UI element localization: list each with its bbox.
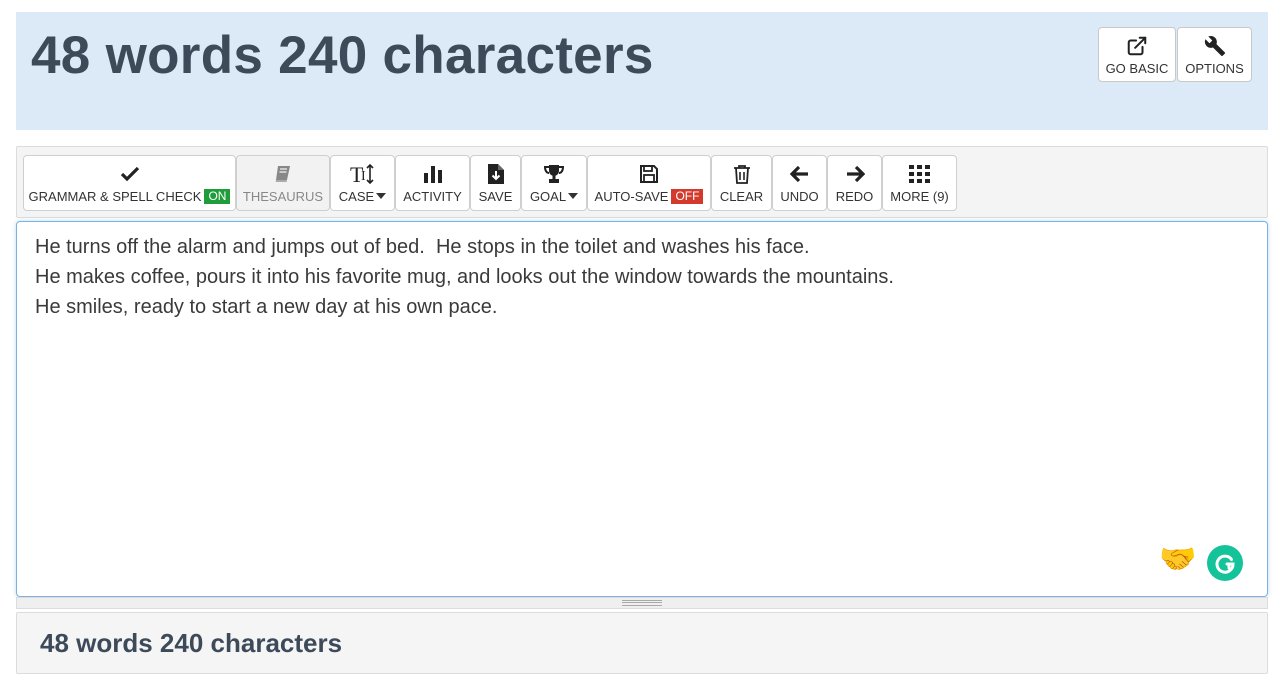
thesaurus-label: THESAURUS xyxy=(242,188,324,204)
file-download-icon xyxy=(487,163,505,185)
grammar-label: GRAMMAR & SPELL CHECK xyxy=(28,188,202,204)
undo-button[interactable]: UNDO xyxy=(772,155,827,211)
editor-line: He turns off the alarm and jumps out of … xyxy=(35,236,810,258)
editor-resize-handle[interactable] xyxy=(16,597,1268,609)
case-label-row: CASE xyxy=(338,188,387,204)
bar-chart-icon xyxy=(423,163,443,185)
page-title: 48 words 240 characters xyxy=(31,26,654,85)
goal-dropdown-button[interactable]: GOAL xyxy=(521,155,587,211)
book-icon xyxy=(273,163,293,185)
external-link-icon xyxy=(1126,34,1148,58)
goal-label: GOAL xyxy=(529,188,567,204)
save-label: SAVE xyxy=(478,188,513,204)
redo-label: REDO xyxy=(835,188,874,204)
clear-label: CLEAR xyxy=(719,188,764,204)
auto-save-status-badge: OFF xyxy=(671,188,704,204)
goal-label-row: GOAL xyxy=(529,188,579,204)
footer-status-bar: 48 words 240 characters xyxy=(16,612,1268,674)
grip-icon xyxy=(622,600,662,606)
redo-button[interactable]: REDO xyxy=(827,155,882,211)
chevron-down-icon xyxy=(568,193,579,199)
more-label: MORE (9) xyxy=(890,188,949,204)
header-banner: 48 words 240 characters GO BASIC OPTIONS xyxy=(16,12,1268,130)
text-height-icon: T I xyxy=(350,163,376,185)
footer-word-count: 48 words 240 characters xyxy=(40,628,343,658)
clear-button[interactable]: CLEAR xyxy=(711,155,772,211)
grid-icon xyxy=(908,163,931,185)
floppy-disk-icon xyxy=(639,163,659,185)
handshake-icon[interactable]: 🤝 xyxy=(1159,544,1196,576)
activity-button[interactable]: ACTIVITY xyxy=(395,155,470,211)
case-label: CASE xyxy=(338,188,375,204)
editor-line: He smiles, ready to start a new day at h… xyxy=(35,296,498,318)
auto-save-button[interactable]: AUTO-SAVE OFF xyxy=(587,155,711,211)
undo-label: UNDO xyxy=(780,188,819,204)
more-button[interactable]: MORE (9) xyxy=(882,155,957,211)
go-basic-button[interactable]: GO BASIC xyxy=(1098,27,1176,82)
grammar-spell-check-button[interactable]: GRAMMAR & SPELL CHECK ON xyxy=(23,155,236,211)
arrow-right-icon xyxy=(845,163,865,185)
editor-line: He makes coffee, pours it into his favor… xyxy=(35,266,894,288)
trash-icon xyxy=(733,163,751,185)
svg-text:I: I xyxy=(361,169,366,184)
editor-content[interactable]: He turns off the alarm and jumps out of … xyxy=(35,232,1249,322)
check-icon xyxy=(120,163,140,185)
wrench-icon xyxy=(1204,34,1226,58)
options-label: OPTIONS xyxy=(1185,60,1244,76)
grammarly-icon[interactable] xyxy=(1207,545,1243,581)
toolbar: GRAMMAR & SPELL CHECK ON THESAURUS T I C… xyxy=(16,146,1268,218)
case-dropdown-button[interactable]: T I CASE xyxy=(330,155,395,211)
trophy-icon xyxy=(543,163,565,185)
thesaurus-button[interactable]: THESAURUS xyxy=(236,155,330,211)
auto-save-label-row: AUTO-SAVE OFF xyxy=(594,188,704,204)
activity-label: ACTIVITY xyxy=(403,188,462,204)
text-editor[interactable]: He turns off the alarm and jumps out of … xyxy=(16,221,1268,597)
grammar-label-row: GRAMMAR & SPELL CHECK ON xyxy=(28,188,231,204)
save-button[interactable]: SAVE xyxy=(470,155,521,211)
go-basic-label: GO BASIC xyxy=(1105,60,1169,76)
options-button[interactable]: OPTIONS xyxy=(1177,27,1252,82)
auto-save-label: AUTO-SAVE xyxy=(594,188,669,204)
chevron-down-icon xyxy=(376,193,387,199)
arrow-left-icon xyxy=(789,163,810,185)
grammar-status-badge: ON xyxy=(204,188,231,204)
